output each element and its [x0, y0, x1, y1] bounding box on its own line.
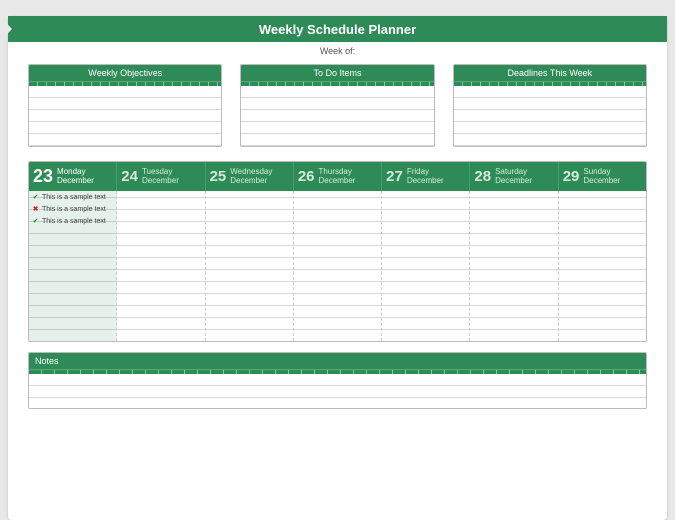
notes-block[interactable]: Notes: [28, 352, 647, 409]
check-icon: ✔: [32, 218, 39, 225]
objectives-block[interactable]: Weekly Objectives: [28, 64, 222, 147]
todo-block[interactable]: To Do Items: [240, 64, 434, 147]
day-header[interactable]: 23MondayDecember: [29, 162, 117, 191]
day-header[interactable]: 28SaturdayDecember: [470, 162, 558, 191]
days-header-row: 23MondayDecember24TuesdayDecember25Wedne…: [29, 162, 646, 191]
day-number: 23: [33, 166, 53, 187]
day-label: MondayDecember: [57, 168, 94, 186]
week-grid: 23MondayDecember24TuesdayDecember25Wedne…: [28, 161, 647, 342]
block-body[interactable]: [29, 86, 221, 146]
day-label: SundayDecember: [583, 168, 620, 186]
block-title: To Do Items: [241, 65, 433, 81]
day-item[interactable]: ✔This is a sample text: [29, 191, 116, 203]
day-item[interactable]: ✖This is a sample text: [29, 203, 116, 215]
day-label: SaturdayDecember: [495, 168, 532, 186]
week-of-label: Week of:: [8, 42, 667, 64]
day-label: TuesdayDecember: [142, 168, 179, 186]
day-item[interactable]: ✔This is a sample text: [29, 215, 116, 227]
day-number: 28: [474, 168, 491, 185]
item-text: This is a sample text: [42, 218, 106, 225]
day-label: WednesdayDecember: [230, 168, 272, 186]
day-header[interactable]: 26ThursdayDecember: [294, 162, 382, 191]
summary-blocks: Weekly Objectives To Do Items Deadlines …: [28, 64, 647, 147]
check-icon: ✔: [32, 194, 39, 201]
day-column[interactable]: [294, 191, 382, 341]
day-number: 29: [563, 168, 580, 185]
notes-title: Notes: [29, 353, 646, 369]
day-label: ThursdayDecember: [319, 168, 356, 186]
day-header[interactable]: 24TuesdayDecember: [117, 162, 205, 191]
day-header[interactable]: 25WednesdayDecember: [206, 162, 294, 191]
block-body[interactable]: [241, 86, 433, 146]
block-title: Deadlines This Week: [454, 65, 646, 81]
x-icon: ✖: [32, 206, 39, 213]
title-ribbon: Weekly Schedule Planner: [8, 16, 667, 42]
day-column[interactable]: ✔This is a sample text✖This is a sample …: [29, 191, 117, 341]
deadlines-block[interactable]: Deadlines This Week: [453, 64, 647, 147]
block-title: Weekly Objectives: [29, 65, 221, 81]
day-column[interactable]: [559, 191, 646, 341]
day-number: 25: [210, 168, 227, 185]
day-number: 27: [386, 168, 403, 185]
day-header[interactable]: 29SundayDecember: [559, 162, 646, 191]
day-header[interactable]: 27FridayDecember: [382, 162, 470, 191]
planner-page: Weekly Schedule Planner Week of: Weekly …: [8, 16, 667, 520]
day-column[interactable]: [206, 191, 294, 341]
day-label: FridayDecember: [407, 168, 444, 186]
day-column[interactable]: [117, 191, 205, 341]
day-number: 26: [298, 168, 315, 185]
day-column[interactable]: [470, 191, 558, 341]
block-body[interactable]: [454, 86, 646, 146]
days-body-row: ✔This is a sample text✖This is a sample …: [29, 191, 646, 341]
day-column[interactable]: [382, 191, 470, 341]
page-title: Weekly Schedule Planner: [259, 22, 416, 37]
item-text: This is a sample text: [42, 206, 106, 213]
notes-body[interactable]: [29, 374, 646, 408]
item-text: This is a sample text: [42, 194, 106, 201]
day-number: 24: [121, 168, 138, 185]
